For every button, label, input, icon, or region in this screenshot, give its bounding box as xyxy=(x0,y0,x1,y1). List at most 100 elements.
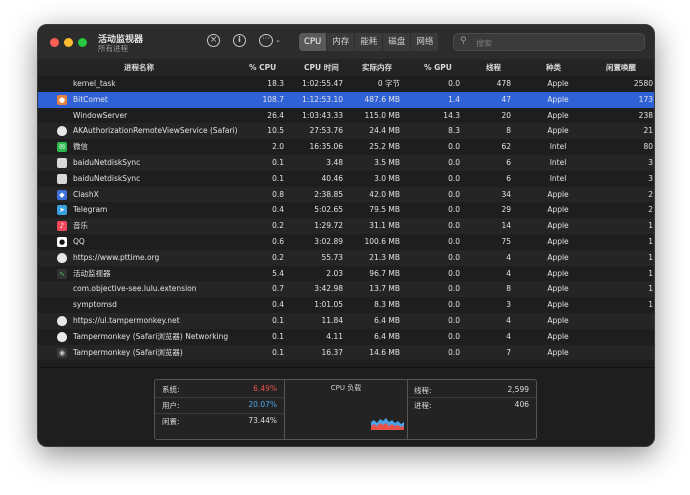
real-memory: 21.3 MB xyxy=(369,252,400,262)
column-header-name[interactable]: 进程名称 xyxy=(124,59,154,76)
column-header-real-mem[interactable]: 实际内存 xyxy=(362,59,392,76)
table-row[interactable]: ✉ 微信 2.0 16:35.06 25.2 MB 0.0 62 Intel 80 xyxy=(38,139,654,155)
close-window-button[interactable] xyxy=(50,38,59,47)
table-row[interactable]: symptomsd 0.4 1:01.05 8.3 MB 0.0 3 Apple 1 xyxy=(38,297,654,313)
idle-wakeups: 1 xyxy=(648,268,653,278)
table-row[interactable]: ◉ Tampermonkey (Safari浏览器) 0.1 16.37 14.6 MB… xyxy=(38,344,654,361)
process-name: QQ xyxy=(73,237,85,246)
thread-count: 478 xyxy=(496,79,511,88)
table-row[interactable]: WindowServer 26.4 1:03:43.33 115.0 MB 14.3 20… xyxy=(38,107,654,124)
column-header-cpu[interactable]: % CPU xyxy=(249,59,276,76)
table-row[interactable]: ● QQ 0.6 3:02.89 100.6 MB 0.0 75 Apple 1 xyxy=(38,234,654,250)
clashx-icon: ◆ xyxy=(57,189,67,200)
tab-2[interactable]: 能耗 xyxy=(355,33,384,51)
table-row[interactable]: baiduNetdiskSync 0.1 40.46 3.0 MB 0.0 6 Intel 3 xyxy=(38,170,654,187)
cpu-percent: 0.1 xyxy=(272,158,284,167)
tab-0[interactable]: CPU xyxy=(299,33,328,51)
gpu-percent: 8.3 xyxy=(448,126,460,136)
table-row[interactable]: AKAuthorizationRemoteViewService (Safari… xyxy=(38,123,654,140)
cpu-time: 16.37 xyxy=(321,347,343,357)
real-memory: 115.0 MB xyxy=(364,110,400,120)
table-row[interactable]: kernel_task 18.3 1:02:55.47 0 字节 0.0 478 Apple… xyxy=(38,76,654,92)
real-memory: 6.4 MB xyxy=(374,331,400,341)
cpu-load-chart xyxy=(371,418,404,430)
real-memory: 14.6 MB xyxy=(369,347,400,357)
table-row[interactable]: ♪ 音乐 0.2 1:29.72 31.1 MB 0.0 14 Apple 1 xyxy=(38,218,654,234)
real-memory: 79.5 MB xyxy=(369,205,400,215)
stop-process-icon[interactable]: × xyxy=(207,34,220,47)
tab-4[interactable]: 网络 xyxy=(411,33,440,51)
activity-monitor-window: 活动监视器 所有进程 × i ··· ⌄ CPU内存能耗磁盘网络 ⚲ 进程名称 … xyxy=(37,24,655,447)
process-table: kernel_task 18.3 1:02:55.47 0 字节 0.0 478 Apple… xyxy=(38,76,654,367)
thread-count: 62 xyxy=(501,142,511,152)
idle-wakeups: 3 xyxy=(648,173,653,183)
table-row[interactable]: ∿ 活动监视器 5.4 2.03 96.7 MB 0.0 4 Apple 1 xyxy=(38,265,654,282)
thread-count: 20 xyxy=(501,110,511,120)
table-row[interactable]: https://www.pttime.org 0.2 55.73 21.3 MB 0.0… xyxy=(38,249,654,266)
column-header-threads[interactable]: 线程 xyxy=(486,59,501,76)
cpu-time: 1:02:55.47 xyxy=(302,79,343,88)
table-header: 进程名称 % CPU CPU 时间 实际内存 % GPU 线程 种类 闲置唤醒 xyxy=(38,59,654,77)
more-actions-icon[interactable]: ··· xyxy=(259,34,273,47)
thread-count: 4 xyxy=(506,252,511,262)
tab-1[interactable]: 内存 xyxy=(327,33,356,51)
cpu-usage-breakdown: 系统: 6.49% 用户: 20.07% 闲置: 73.44% xyxy=(155,380,285,439)
cpu-time: 1:03:43.33 xyxy=(302,110,343,120)
info-icon[interactable]: i xyxy=(233,34,246,47)
gpu-percent: 0.0 xyxy=(448,205,460,215)
table-row[interactable]: https://ul.tampermonkey.net 0.1 11.84 6.4 M… xyxy=(38,313,654,329)
user-value: 20.07% xyxy=(248,400,277,409)
cpu-percent: 0.6 xyxy=(272,237,284,246)
process-kind: Apple xyxy=(547,316,569,325)
gpu-percent: 1.4 xyxy=(448,94,460,104)
process-kind: Apple xyxy=(547,205,569,215)
table-row[interactable]: com.objective-see.lulu.extension 0.7 3:42.… xyxy=(38,281,654,298)
gpu-percent: 0.0 xyxy=(448,79,460,88)
real-memory: 31.1 MB xyxy=(369,221,400,231)
gpu-percent: 0.0 xyxy=(448,284,460,294)
column-header-cpu-time[interactable]: CPU 时间 xyxy=(304,59,339,76)
process-name: Telegram xyxy=(73,205,108,215)
process-name: symptomsd xyxy=(73,300,117,310)
cpu-percent: 0.8 xyxy=(272,189,284,199)
column-header-kind[interactable]: 种类 xyxy=(546,59,561,76)
cpu-time: 3:42.98 xyxy=(314,284,343,294)
tab-3[interactable]: 磁盘 xyxy=(383,33,412,51)
zoom-window-button[interactable] xyxy=(78,38,87,47)
process-name: Tampermonkey (Safari浏览器) Networking xyxy=(73,331,229,341)
cpu-percent: 0.1 xyxy=(272,347,284,357)
process-name: BitComet xyxy=(73,94,108,104)
idle-wakeups: 2 xyxy=(648,205,653,215)
chevron-down-icon[interactable]: ⌄ xyxy=(275,36,281,44)
column-header-gpu[interactable]: % GPU xyxy=(424,59,452,76)
column-header-idle-wake[interactable]: 闲置唤醒 xyxy=(606,59,636,76)
gpu-percent: 0.0 xyxy=(448,316,460,325)
search-field[interactable]: ⚲ xyxy=(453,33,645,51)
table-row[interactable]: Tampermonkey (Safari浏览器) Networking 0.1 4.… xyxy=(38,328,654,345)
process-name: 音乐 xyxy=(73,221,88,231)
process-kind: Intel xyxy=(549,142,567,152)
cpu-time: 1:12:53.10 xyxy=(302,94,343,104)
cpu-percent: 0.2 xyxy=(272,221,284,231)
cpu-time: 1:01.05 xyxy=(314,300,343,310)
real-memory: 0 字节 xyxy=(377,79,400,88)
process-name: https://www.pttime.org xyxy=(73,252,160,262)
user-stat: 用户: 20.07% xyxy=(162,400,277,410)
gpu-percent: 0.0 xyxy=(448,189,460,199)
idle-value: 73.44% xyxy=(248,416,277,425)
table-row[interactable]: ● BitComet 108.7 1:12:53.10 487.6 MB 1.4 47 App… xyxy=(38,91,654,108)
table-row[interactable]: ◆ ClashX 0.8 2:38.85 42.0 MB 0.0 34 Apple 2 xyxy=(38,186,654,203)
thread-count: 4 xyxy=(506,316,511,325)
shield-icon xyxy=(57,331,67,342)
table-row[interactable]: baiduNetdiskSync 0.1 3.48 3.5 MB 0.0 6 Intel 3 xyxy=(38,155,654,171)
thread-count: 4 xyxy=(506,268,511,278)
minimize-window-button[interactable] xyxy=(64,38,73,47)
wechat-icon: ✉ xyxy=(57,142,67,153)
thread-count: 29 xyxy=(501,205,511,215)
cpu-time: 27:53.76 xyxy=(309,126,343,136)
table-row[interactable]: ➤ Telegram 0.4 5:02.65 79.5 MB 0.0 29 Apple 2 xyxy=(38,202,654,219)
search-input[interactable] xyxy=(474,35,638,51)
cpu-percent: 0.4 xyxy=(272,205,284,215)
process-kind: Apple xyxy=(547,189,569,199)
cpu-percent: 2.0 xyxy=(272,142,284,152)
